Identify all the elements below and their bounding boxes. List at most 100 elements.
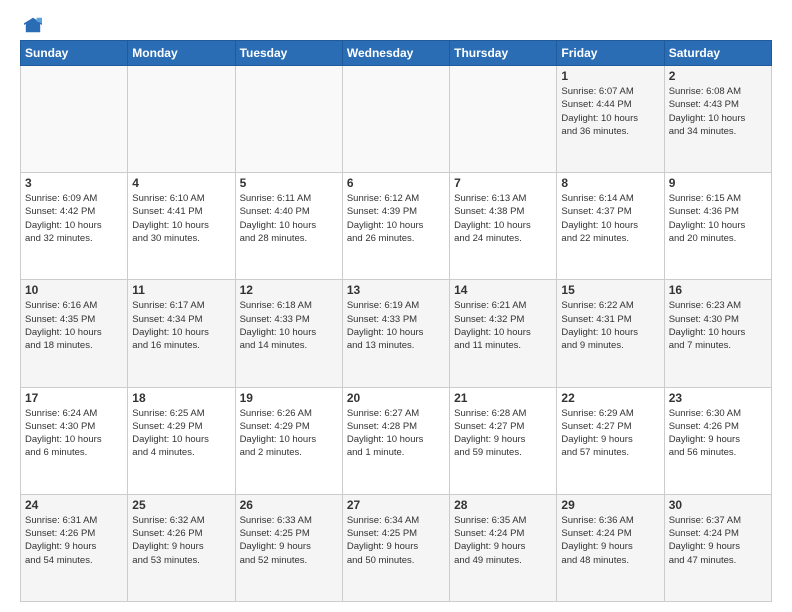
calendar-cell: 15 Sunrise: 6:22 AM Sunset: 4:31 PM Dayli… — [557, 280, 664, 387]
day-number: 14 — [454, 283, 552, 297]
day-number: 25 — [132, 498, 230, 512]
day-info: Sunrise: 6:26 AM Sunset: 4:29 PM Dayligh… — [240, 407, 338, 460]
calendar-week-4: 17Sunrise: 6:24 AM Sunset: 4:30 PM Dayli… — [21, 387, 772, 494]
day-number: 7 — [454, 176, 552, 190]
day-number: 19 — [240, 391, 338, 405]
day-number: 9 — [669, 176, 767, 190]
weekday-header-monday: Monday — [128, 41, 235, 66]
day-number: 26 — [240, 498, 338, 512]
calendar-table: SundayMondayTuesdayWednesdayThursdayFrid… — [20, 40, 772, 602]
day-info: Sunrise: 6:30 AM Sunset: 4:26 PM Dayligh… — [669, 407, 767, 460]
calendar-cell: 10 Sunrise: 6:16 AM Sunset: 4:35 PM Dayli… — [21, 280, 128, 387]
calendar-cell: 6 Sunrise: 6:12 AM Sunset: 4:39 PM Daylig… — [342, 173, 449, 280]
calendar-cell: 19 Sunrise: 6:26 AM Sunset: 4:29 PM Dayli… — [235, 387, 342, 494]
calendar-cell — [21, 66, 128, 173]
header — [20, 16, 772, 34]
day-number: 23 — [669, 391, 767, 405]
calendar-cell: 23 Sunrise: 6:30 AM Sunset: 4:26 PM Dayli… — [664, 387, 771, 494]
day-number: 29 — [561, 498, 659, 512]
day-number: 28 — [454, 498, 552, 512]
day-number: 3 — [25, 176, 123, 190]
calendar-cell: 14 Sunrise: 6:21 AM Sunset: 4:32 PM Dayli… — [450, 280, 557, 387]
weekday-header-wednesday: Wednesday — [342, 41, 449, 66]
weekday-header-thursday: Thursday — [450, 41, 557, 66]
logo-icon — [24, 16, 42, 34]
calendar-cell: 28 Sunrise: 6:35 AM Sunset: 4:24 PM Dayli… — [450, 494, 557, 601]
calendar-cell: 2 Sunrise: 6:08 AM Sunset: 4:43 PM Daylig… — [664, 66, 771, 173]
calendar-cell: 9 Sunrise: 6:15 AM Sunset: 4:36 PM Daylig… — [664, 173, 771, 280]
day-number: 27 — [347, 498, 445, 512]
day-number: 6 — [347, 176, 445, 190]
day-info: Sunrise: 6:11 AM Sunset: 4:40 PM Dayligh… — [240, 192, 338, 245]
calendar-cell: 5 Sunrise: 6:11 AM Sunset: 4:40 PM Daylig… — [235, 173, 342, 280]
weekday-header-row: SundayMondayTuesdayWednesdayThursdayFrid… — [21, 41, 772, 66]
calendar-cell: 7 Sunrise: 6:13 AM Sunset: 4:38 PM Daylig… — [450, 173, 557, 280]
day-number: 30 — [669, 498, 767, 512]
calendar-cell: 26Sunrise: 6:33 AM Sunset: 4:25 PM Dayli… — [235, 494, 342, 601]
calendar-cell: 21Sunrise: 6:28 AM Sunset: 4:27 PM Dayli… — [450, 387, 557, 494]
calendar-cell: 24 Sunrise: 6:31 AM Sunset: 4:26 PM Dayli… — [21, 494, 128, 601]
calendar-cell: 25 Sunrise: 6:32 AM Sunset: 4:26 PM Dayli… — [128, 494, 235, 601]
calendar-week-1: 1Sunrise: 6:07 AM Sunset: 4:44 PM Daylig… — [21, 66, 772, 173]
day-info: Sunrise: 6:36 AM Sunset: 4:24 PM Dayligh… — [561, 514, 659, 567]
calendar-cell — [235, 66, 342, 173]
calendar-cell: 30 Sunrise: 6:37 AM Sunset: 4:24 PM Dayli… — [664, 494, 771, 601]
calendar-cell: 4Sunrise: 6:10 AM Sunset: 4:41 PM Daylig… — [128, 173, 235, 280]
day-info: Sunrise: 6:23 AM Sunset: 4:30 PM Dayligh… — [669, 299, 767, 352]
calendar-cell: 29 Sunrise: 6:36 AM Sunset: 4:24 PM Dayli… — [557, 494, 664, 601]
day-number: 13 — [347, 283, 445, 297]
calendar-cell: 1Sunrise: 6:07 AM Sunset: 4:44 PM Daylig… — [557, 66, 664, 173]
day-info: Sunrise: 6:18 AM Sunset: 4:33 PM Dayligh… — [240, 299, 338, 352]
day-number: 16 — [669, 283, 767, 297]
day-info: Sunrise: 6:07 AM Sunset: 4:44 PM Dayligh… — [561, 85, 659, 138]
weekday-header-tuesday: Tuesday — [235, 41, 342, 66]
day-info: Sunrise: 6:37 AM Sunset: 4:24 PM Dayligh… — [669, 514, 767, 567]
day-info: Sunrise: 6:27 AM Sunset: 4:28 PM Dayligh… — [347, 407, 445, 460]
day-number: 10 — [25, 283, 123, 297]
weekday-header-sunday: Sunday — [21, 41, 128, 66]
logo — [20, 16, 42, 34]
calendar-cell — [342, 66, 449, 173]
day-info: Sunrise: 6:13 AM Sunset: 4:38 PM Dayligh… — [454, 192, 552, 245]
day-info: Sunrise: 6:12 AM Sunset: 4:39 PM Dayligh… — [347, 192, 445, 245]
day-info: Sunrise: 6:16 AM Sunset: 4:35 PM Dayligh… — [25, 299, 123, 352]
day-info: Sunrise: 6:31 AM Sunset: 4:26 PM Dayligh… — [25, 514, 123, 567]
day-number: 15 — [561, 283, 659, 297]
day-number: 24 — [25, 498, 123, 512]
weekday-header-saturday: Saturday — [664, 41, 771, 66]
calendar-cell: 16 Sunrise: 6:23 AM Sunset: 4:30 PM Dayli… — [664, 280, 771, 387]
calendar-week-2: 3 Sunrise: 6:09 AM Sunset: 4:42 PM Daylig… — [21, 173, 772, 280]
day-number: 20 — [347, 391, 445, 405]
day-number: 5 — [240, 176, 338, 190]
calendar-cell: 11 Sunrise: 6:17 AM Sunset: 4:34 PM Dayli… — [128, 280, 235, 387]
day-number: 11 — [132, 283, 230, 297]
day-number: 12 — [240, 283, 338, 297]
weekday-header-friday: Friday — [557, 41, 664, 66]
day-info: Sunrise: 6:34 AM Sunset: 4:25 PM Dayligh… — [347, 514, 445, 567]
day-number: 2 — [669, 69, 767, 83]
day-info: Sunrise: 6:25 AM Sunset: 4:29 PM Dayligh… — [132, 407, 230, 460]
day-info: Sunrise: 6:21 AM Sunset: 4:32 PM Dayligh… — [454, 299, 552, 352]
day-info: Sunrise: 6:29 AM Sunset: 4:27 PM Dayligh… — [561, 407, 659, 460]
calendar-cell: 3 Sunrise: 6:09 AM Sunset: 4:42 PM Daylig… — [21, 173, 128, 280]
day-number: 8 — [561, 176, 659, 190]
day-info: Sunrise: 6:35 AM Sunset: 4:24 PM Dayligh… — [454, 514, 552, 567]
calendar-cell: 17Sunrise: 6:24 AM Sunset: 4:30 PM Dayli… — [21, 387, 128, 494]
day-info: Sunrise: 6:32 AM Sunset: 4:26 PM Dayligh… — [132, 514, 230, 567]
calendar-cell: 27 Sunrise: 6:34 AM Sunset: 4:25 PM Dayli… — [342, 494, 449, 601]
day-number: 22 — [561, 391, 659, 405]
day-info: Sunrise: 6:19 AM Sunset: 4:33 PM Dayligh… — [347, 299, 445, 352]
calendar-week-3: 10 Sunrise: 6:16 AM Sunset: 4:35 PM Dayli… — [21, 280, 772, 387]
day-info: Sunrise: 6:10 AM Sunset: 4:41 PM Dayligh… — [132, 192, 230, 245]
calendar-cell: 18Sunrise: 6:25 AM Sunset: 4:29 PM Dayli… — [128, 387, 235, 494]
day-info: Sunrise: 6:09 AM Sunset: 4:42 PM Dayligh… — [25, 192, 123, 245]
calendar-cell: 20 Sunrise: 6:27 AM Sunset: 4:28 PM Dayli… — [342, 387, 449, 494]
day-info: Sunrise: 6:08 AM Sunset: 4:43 PM Dayligh… — [669, 85, 767, 138]
day-info: Sunrise: 6:14 AM Sunset: 4:37 PM Dayligh… — [561, 192, 659, 245]
calendar-cell: 8 Sunrise: 6:14 AM Sunset: 4:37 PM Daylig… — [557, 173, 664, 280]
day-info: Sunrise: 6:17 AM Sunset: 4:34 PM Dayligh… — [132, 299, 230, 352]
day-info: Sunrise: 6:22 AM Sunset: 4:31 PM Dayligh… — [561, 299, 659, 352]
page: SundayMondayTuesdayWednesdayThursdayFrid… — [0, 0, 792, 612]
calendar-cell — [450, 66, 557, 173]
day-info: Sunrise: 6:15 AM Sunset: 4:36 PM Dayligh… — [669, 192, 767, 245]
